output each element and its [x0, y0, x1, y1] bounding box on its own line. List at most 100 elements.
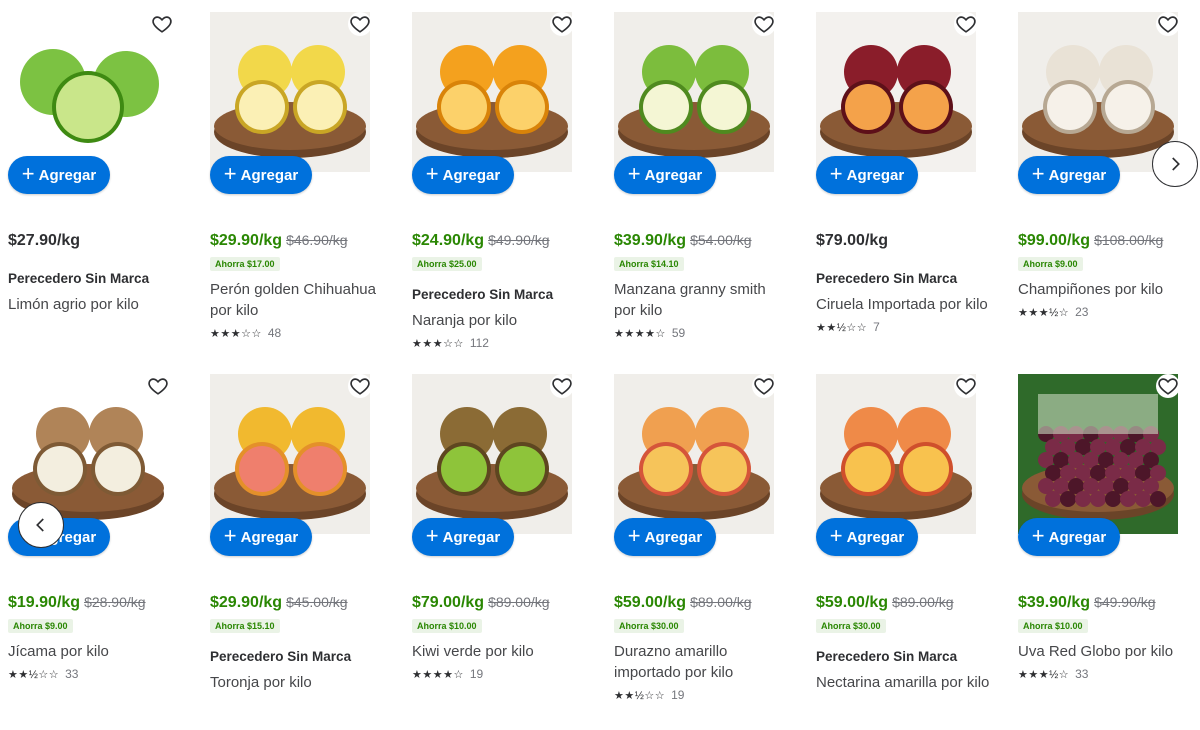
add-to-cart-button[interactable]: +Agregar: [816, 156, 918, 194]
add-to-cart-button[interactable]: +Agregar: [412, 156, 514, 194]
previous-price: $46.90/kg: [286, 232, 348, 248]
lime-image[interactable]: [8, 12, 168, 172]
previous-price: $28.90/kg: [84, 594, 146, 610]
favorite-heart-icon[interactable]: [146, 374, 170, 398]
savings-badge: Ahorra $14.10: [614, 257, 684, 271]
review-count: 19: [469, 667, 484, 681]
star-rating-icon: ★★★½☆: [1018, 668, 1070, 681]
plus-icon: +: [1031, 161, 1045, 186]
add-to-cart-button[interactable]: +Agregar: [210, 518, 312, 556]
favorite-heart-icon[interactable]: [954, 374, 978, 398]
favorite-heart-icon[interactable]: [752, 12, 776, 36]
add-button-label: Agregar: [846, 528, 905, 546]
product-card[interactable]: + Agregar $39.90/kg $54.00/kg Ahorra $14.10 M…: [606, 0, 796, 360]
savings-badge: Ahorra $15.10: [210, 619, 280, 633]
favorite-heart-icon[interactable]: [348, 374, 372, 398]
product-card[interactable]: + Agregar $29.90/kg $45.00/kg Ahorra $15.10 P…: [202, 362, 392, 722]
add-button-label: Agregar: [1048, 528, 1107, 546]
product-card[interactable]: + Agregar $59.00/kg $89.00/kg Ahorra $30.00 P…: [808, 362, 998, 722]
favorite-heart-icon[interactable]: [1156, 12, 1180, 36]
add-to-cart-button[interactable]: +Agregar: [8, 156, 110, 194]
current-price: $19.90/kg: [8, 594, 81, 611]
current-price: $79.00/kg: [816, 232, 889, 249]
carousel-prev-button[interactable]: [18, 502, 64, 548]
add-to-cart-button[interactable]: +Agregar: [412, 518, 514, 556]
price-row: $59.00/kg $89.00/kg: [816, 594, 954, 612]
previous-price: $49.90/kg: [1094, 594, 1156, 610]
product-card[interactable]: + Agregar $29.90/kg $46.90/kg Ahorra $17.00 P…: [202, 0, 392, 360]
grapefruit-image[interactable]: [210, 374, 370, 534]
rating: ★★★½☆ 23: [1018, 305, 1193, 319]
product-card[interactable]: + Agregar $79.00/kg Perecedero Sin Marca Cir…: [808, 0, 998, 360]
product-name[interactable]: Uva Red Globo por kilo: [1018, 641, 1193, 662]
plum-image[interactable]: [816, 12, 976, 172]
add-button-label: Agregar: [240, 166, 299, 184]
product-name[interactable]: Toronja por kilo: [210, 672, 385, 693]
current-price: $59.00/kg: [816, 594, 889, 611]
rating: ★★½☆☆ 7: [816, 320, 991, 334]
kiwi-image[interactable]: [412, 374, 572, 534]
product-name[interactable]: Manzana granny smith por kilo: [614, 279, 789, 321]
product-name[interactable]: Durazno amarillo importado por kilo: [614, 641, 789, 683]
favorite-heart-icon[interactable]: [1156, 374, 1180, 398]
review-count: 7: [873, 320, 880, 334]
rating: ★★★★☆ 19: [412, 667, 587, 681]
product-info: Kiwi verde por kilo ★★★★☆ 19: [412, 641, 587, 681]
add-button-label: Agregar: [644, 528, 703, 546]
add-button-label: Agregar: [240, 528, 299, 546]
star-rating-icon: ★★½☆☆: [614, 689, 666, 702]
favorite-heart-icon[interactable]: [550, 374, 574, 398]
product-name[interactable]: Champiñones por kilo: [1018, 279, 1193, 300]
product-name[interactable]: Jícama por kilo: [8, 641, 183, 662]
plus-icon: +: [425, 523, 439, 548]
product-name[interactable]: Nectarina amarilla por kilo: [816, 672, 991, 693]
add-button-label: Agregar: [644, 166, 703, 184]
product-name[interactable]: Perón golden Chihuahua por kilo: [210, 279, 385, 321]
star-rating-icon: ★★½☆☆: [8, 668, 60, 681]
savings-badge: Ahorra $25.00: [412, 257, 482, 271]
price-row: $99.00/kg $108.00/kg: [1018, 232, 1163, 250]
product-info: Jícama por kilo ★★½☆☆ 33: [8, 641, 183, 681]
savings-badge: Ahorra $10.00: [1018, 619, 1088, 633]
mushroom-image[interactable]: [1018, 12, 1178, 172]
price-row: $19.90/kg $28.90/kg: [8, 594, 146, 612]
add-to-cart-button[interactable]: +Agregar: [1018, 518, 1120, 556]
product-card[interactable]: + Agregar $39.90/kg $49.90/kg Ahorra $10.00 U…: [1010, 362, 1200, 722]
rating: ★★★☆☆ 48: [210, 326, 385, 340]
product-name[interactable]: Ciruela Importada por kilo: [816, 294, 991, 315]
product-name[interactable]: Naranja por kilo: [412, 310, 587, 331]
product-name[interactable]: Limón agrio por kilo: [8, 294, 183, 315]
product-brand: Perecedero Sin Marca: [210, 649, 352, 664]
add-to-cart-button[interactable]: +Agregar: [614, 518, 716, 556]
apple-golden-image[interactable]: [210, 12, 370, 172]
price-row: $27.90/kg: [8, 232, 80, 250]
product-card[interactable]: + Agregar $24.90/kg $49.90/kg Ahorra $25.00 P…: [404, 0, 594, 360]
favorite-heart-icon[interactable]: [348, 12, 372, 36]
add-to-cart-button[interactable]: +Agregar: [614, 156, 716, 194]
star-rating-icon: ★★½☆☆: [816, 321, 868, 334]
product-card[interactable]: + Agregar $59.00/kg $89.00/kg Ahorra $30.00 D…: [606, 362, 796, 722]
favorite-heart-icon[interactable]: [954, 12, 978, 36]
grapes-image[interactable]: [1018, 374, 1178, 534]
nectarine-image[interactable]: [816, 374, 976, 534]
carousel-next-button[interactable]: [1152, 141, 1198, 187]
add-to-cart-button[interactable]: +Agregar: [816, 518, 918, 556]
add-button-label: Agregar: [38, 166, 97, 184]
previous-price: $89.00/kg: [892, 594, 954, 610]
product-brand: Perecedero Sin Marca: [8, 271, 150, 286]
peach-image[interactable]: [614, 374, 774, 534]
add-to-cart-button[interactable]: +Agregar: [1018, 156, 1120, 194]
product-name[interactable]: Kiwi verde por kilo: [412, 641, 587, 662]
favorite-heart-icon[interactable]: [550, 12, 574, 36]
green-apple-image[interactable]: [614, 12, 774, 172]
product-card[interactable]: + Agregar $27.90/kg Perecedero Sin Marca Lim…: [0, 0, 190, 360]
rating: ★★½☆☆ 33: [8, 667, 183, 681]
product-info: Perón golden Chihuahua por kilo ★★★☆☆ 48: [210, 279, 385, 340]
review-count: 23: [1075, 305, 1089, 319]
favorite-heart-icon[interactable]: [150, 12, 174, 36]
favorite-heart-icon[interactable]: [752, 374, 776, 398]
orange-image[interactable]: [412, 12, 572, 172]
product-card[interactable]: + Agregar $79.00/kg $89.00/kg Ahorra $10.00 K…: [404, 362, 594, 722]
review-count: 33: [65, 667, 79, 681]
add-to-cart-button[interactable]: +Agregar: [210, 156, 312, 194]
